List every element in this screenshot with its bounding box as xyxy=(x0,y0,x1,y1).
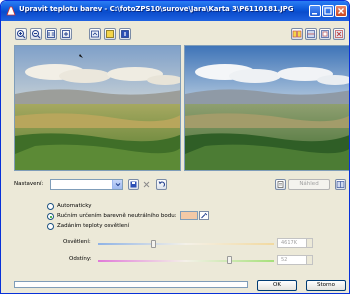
eyedropper-icon xyxy=(201,212,208,219)
original-image-panel[interactable] xyxy=(14,45,181,171)
cancel-button[interactable]: Storno xyxy=(306,280,346,291)
tint-spinbox[interactable]: 52 xyxy=(277,255,313,265)
zoom-out-icon xyxy=(32,30,41,39)
tint-value: 52 xyxy=(281,257,288,263)
lighting-slider-track[interactable] xyxy=(98,243,274,245)
info-button[interactable] xyxy=(119,28,131,40)
chevron-down-icon xyxy=(115,183,121,187)
color-temperature-radio[interactable] xyxy=(47,223,54,230)
view-split-button[interactable] xyxy=(305,28,317,40)
lighting-label: Osvětlení: xyxy=(63,239,91,245)
info-icon xyxy=(121,30,129,38)
spin-arrows-icon[interactable] xyxy=(306,256,312,264)
color-temperature-label[interactable]: Zadáním teploty osvětlení xyxy=(57,223,129,229)
lighting-spinbox[interactable]: 4617K xyxy=(277,238,313,248)
app-icon xyxy=(6,6,16,16)
eyedropper-button[interactable] xyxy=(199,211,209,220)
tint-label: Odstíny: xyxy=(69,256,92,262)
preset-combobox[interactable] xyxy=(50,179,123,190)
view-side-by-side-button[interactable] xyxy=(291,28,303,40)
minimize-button[interactable] xyxy=(309,5,321,17)
view-split-icon xyxy=(307,30,315,38)
actual-size-button[interactable] xyxy=(45,28,57,40)
zoom-in-icon xyxy=(17,30,26,39)
print-preview-button[interactable] xyxy=(275,179,286,190)
save-preset-button[interactable] xyxy=(128,179,139,190)
lighting-value: 4617K xyxy=(281,240,298,246)
title-bar[interactable]: Upravit teplotu barev - C:\fotoZPS10\sur… xyxy=(1,1,349,21)
show-before-icon xyxy=(106,30,114,38)
actual-size-icon xyxy=(47,30,55,38)
automatic-radio[interactable] xyxy=(47,203,54,210)
automatic-label[interactable]: Automaticky xyxy=(57,203,91,209)
delete-icon xyxy=(143,181,150,188)
move-image-button[interactable] xyxy=(89,28,101,40)
show-before-button[interactable] xyxy=(104,28,116,40)
manual-neutral-radio[interactable] xyxy=(47,213,54,220)
view-single-icon xyxy=(321,30,329,38)
dropdown-arrow[interactable] xyxy=(112,180,122,189)
original-landscape-image xyxy=(15,46,180,170)
view-single-button[interactable] xyxy=(319,28,331,40)
preview-button[interactable]: Náhled xyxy=(288,179,330,190)
neutral-color-swatch[interactable] xyxy=(180,211,198,220)
toggle-view-button[interactable] xyxy=(335,179,346,190)
zoom-in-button[interactable] xyxy=(15,28,27,40)
tint-slider-track[interactable] xyxy=(98,260,274,262)
fit-window-icon xyxy=(62,30,70,38)
lighting-slider-thumb[interactable] xyxy=(151,240,156,248)
manual-neutral-label[interactable]: Ručním určením barevně neutrálního bodu: xyxy=(57,213,177,219)
dialog-window: Upravit teplotu barev - C:\fotoZPS10\sur… xyxy=(0,0,350,294)
close-preview-button[interactable] xyxy=(333,28,345,40)
delete-preset-button[interactable] xyxy=(141,179,152,190)
print-icon xyxy=(277,181,284,188)
fit-window-button[interactable] xyxy=(60,28,72,40)
close-button[interactable] xyxy=(335,5,347,17)
zoom-out-button[interactable] xyxy=(30,28,42,40)
ok-button[interactable]: OK xyxy=(257,280,297,291)
move-image-icon xyxy=(91,30,99,38)
maximize-button[interactable] xyxy=(322,5,334,17)
undo-icon xyxy=(158,181,165,187)
close-preview-icon xyxy=(335,30,343,38)
tint-slider-thumb[interactable] xyxy=(227,256,232,264)
preview-landscape-image xyxy=(185,46,349,170)
preview-image-panel[interactable] xyxy=(184,45,349,171)
spin-arrows-icon[interactable] xyxy=(306,239,312,247)
split-view-icon xyxy=(336,181,345,188)
save-icon xyxy=(130,181,137,188)
settings-label: Nastavení: xyxy=(14,181,44,187)
reset-button[interactable] xyxy=(156,179,167,190)
window-title: Upravit teplotu barev - C:\fotoZPS10\sur… xyxy=(19,5,294,13)
progress-bar xyxy=(14,281,248,288)
view-side-by-side-icon xyxy=(292,30,302,38)
